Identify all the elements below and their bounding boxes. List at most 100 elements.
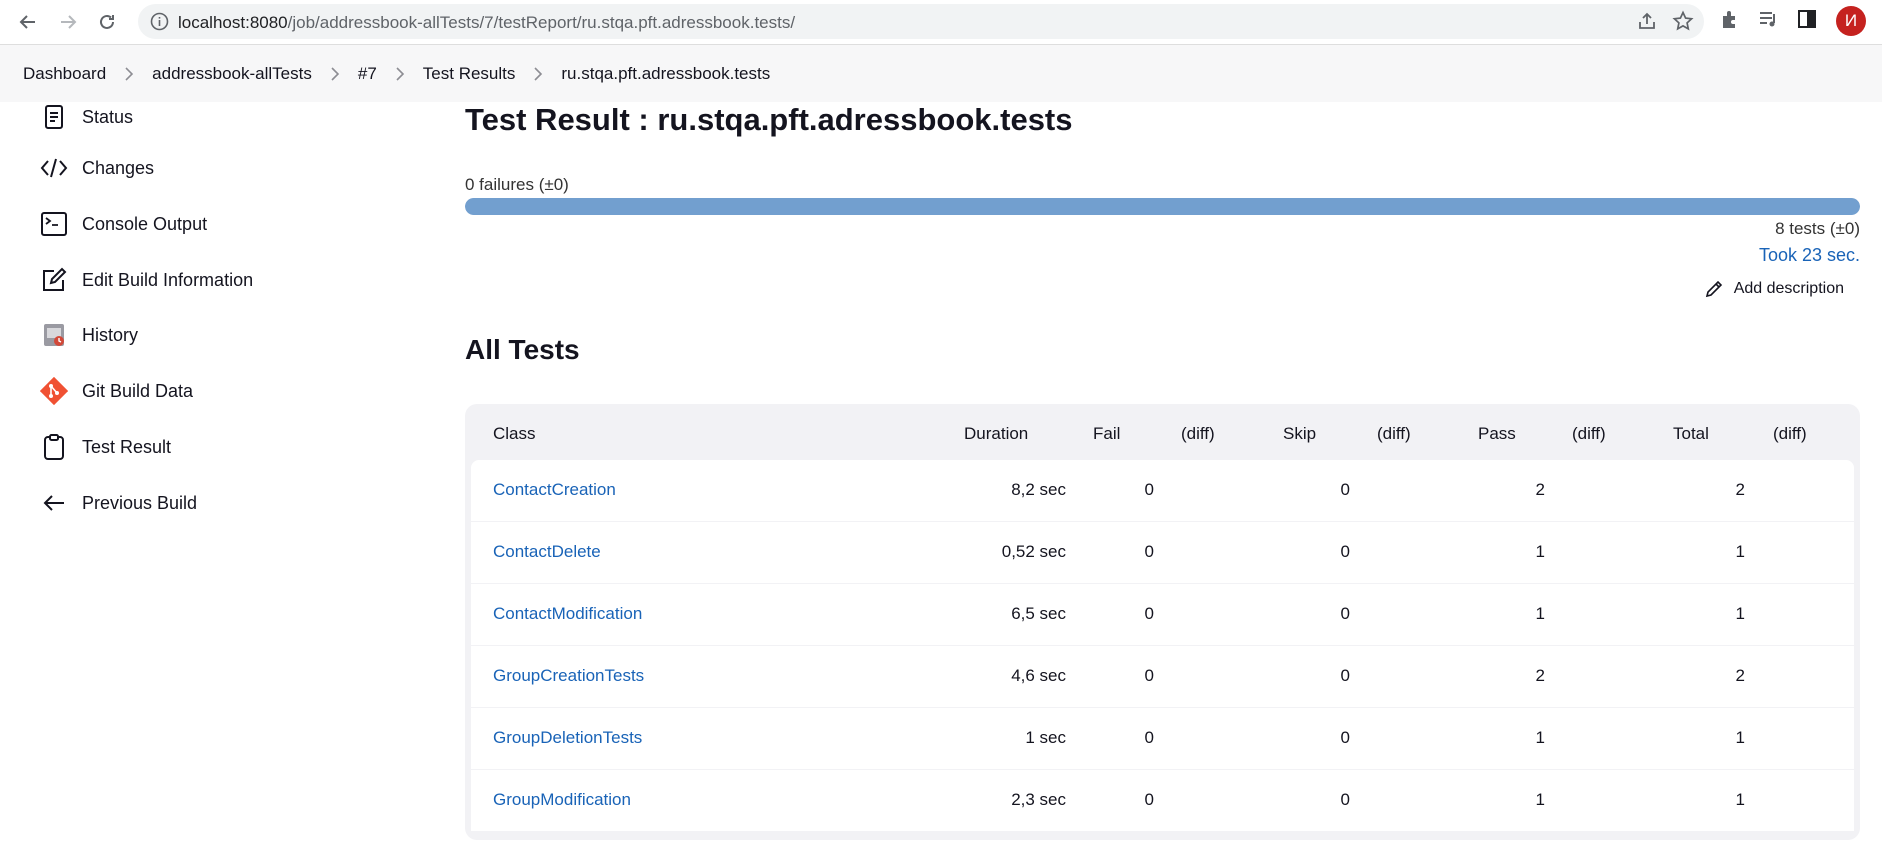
- sidebar-item-changes[interactable]: Changes: [40, 153, 154, 183]
- history-icon: [40, 321, 68, 349]
- sidebar-item-label: Console Output: [82, 213, 208, 234]
- class-name-link[interactable]: GroupModification: [493, 790, 631, 810]
- took-duration-link[interactable]: Took 23 sec.: [1759, 245, 1860, 266]
- pass-cell: 1: [1535, 542, 1545, 561]
- chevron-right-icon: [106, 67, 152, 81]
- pass-cell: 2: [1535, 480, 1545, 499]
- duration-cell: 2,3 sec: [1011, 790, 1066, 809]
- skip-cell: 0: [1340, 666, 1350, 685]
- document-icon: [40, 103, 68, 131]
- table-row: GroupCreationTests 4,6 sec 0 0 2 2: [471, 646, 1854, 707]
- sidebar-item-test-result[interactable]: Test Result: [40, 432, 171, 462]
- pencil-icon: [1705, 280, 1722, 298]
- arrow-left-icon: [40, 489, 68, 517]
- clipboard-icon: [40, 433, 68, 461]
- column-header-skip[interactable]: Skip: [1283, 424, 1316, 444]
- duration-cell: 8,2 sec: [1011, 480, 1066, 499]
- profile-initial: И: [1844, 11, 1858, 30]
- total-cell: 1: [1735, 604, 1745, 623]
- profile-avatar[interactable]: И: [1836, 6, 1866, 36]
- column-header-total-diff[interactable]: (diff): [1773, 424, 1807, 444]
- sidebar-item-previous-build[interactable]: Previous Build: [40, 488, 197, 518]
- code-icon: [40, 154, 68, 182]
- skip-cell: 0: [1340, 728, 1350, 747]
- media-control-icon[interactable]: [1757, 8, 1779, 35]
- breadcrumb-bar: Dashboard addressbook-allTests #7 Test R…: [0, 44, 1882, 102]
- reload-icon[interactable]: [93, 8, 121, 36]
- fail-cell: 0: [1144, 542, 1154, 561]
- total-cell: 1: [1735, 728, 1745, 747]
- fail-cell: 0: [1144, 728, 1154, 747]
- chevron-right-icon: [515, 67, 561, 81]
- breadcrumb-dashboard[interactable]: Dashboard: [23, 64, 106, 84]
- page-title: Test Result : ru.stqa.pft.adressbook.tes…: [465, 102, 1073, 137]
- class-name-link[interactable]: GroupCreationTests: [493, 666, 644, 686]
- side-panel-icon[interactable]: [1796, 8, 1818, 35]
- sidebar-item-status[interactable]: Status: [40, 102, 133, 132]
- sidebar-item-label: Test Result: [82, 436, 172, 457]
- info-icon[interactable]: [150, 12, 169, 31]
- sidebar-item-console-output[interactable]: Console Output: [40, 209, 207, 239]
- sidebar-item-history[interactable]: History: [40, 320, 138, 350]
- back-arrow-icon[interactable]: [14, 8, 42, 36]
- duration-cell: 0,52 sec: [1001, 542, 1066, 561]
- duration-cell: 1 sec: [1025, 728, 1066, 747]
- bookmark-star-icon[interactable]: [1672, 10, 1694, 37]
- column-header-fail[interactable]: Fail: [1093, 424, 1120, 444]
- sidebar-item-label: History: [82, 324, 139, 345]
- class-name-link[interactable]: ContactCreation: [493, 480, 616, 500]
- table-row: ContactDelete 0,52 sec 0 0 1 1: [471, 522, 1854, 583]
- duration-cell: 4,6 sec: [1011, 666, 1066, 685]
- url-path: /job/addressbook-allTests/7/testReport/r…: [287, 13, 796, 32]
- url-text: localhost:8080/job/addressbook-allTests/…: [178, 13, 795, 33]
- class-name-link[interactable]: GroupDeletionTests: [493, 728, 642, 748]
- sidebar-item-git-build-data[interactable]: Git Build Data: [40, 376, 193, 406]
- forward-arrow-icon[interactable]: [54, 8, 82, 36]
- column-header-fail-diff[interactable]: (diff): [1181, 424, 1215, 444]
- sidebar: Status Changes Console Output Edit Build…: [0, 102, 440, 855]
- column-header-class[interactable]: Class: [493, 424, 536, 444]
- column-header-duration[interactable]: Duration: [964, 424, 1028, 444]
- extensions-puzzle-icon[interactable]: [1719, 8, 1741, 35]
- breadcrumb-build[interactable]: #7: [358, 64, 377, 84]
- skip-cell: 0: [1340, 542, 1350, 561]
- column-header-skip-diff[interactable]: (diff): [1377, 424, 1411, 444]
- skip-cell: 0: [1340, 480, 1350, 499]
- add-description-button[interactable]: Add description: [1704, 279, 1844, 299]
- breadcrumb-test-results[interactable]: Test Results: [423, 64, 516, 84]
- skip-cell: 0: [1340, 604, 1350, 623]
- pass-cell: 1: [1535, 728, 1545, 747]
- share-icon[interactable]: [1636, 10, 1658, 37]
- table-header: Class Duration Fail (diff) Skip (diff) P…: [465, 404, 1860, 460]
- total-cell: 1: [1735, 790, 1745, 809]
- fail-cell: 0: [1144, 604, 1154, 623]
- pass-cell: 1: [1535, 790, 1545, 809]
- tests-count: 8 tests (±0): [1775, 219, 1860, 238]
- test-progress-bar: [465, 198, 1860, 215]
- terminal-icon: [40, 210, 68, 238]
- breadcrumb-package[interactable]: ru.stqa.pft.adressbook.tests: [561, 64, 770, 84]
- column-header-total[interactable]: Total: [1673, 424, 1709, 444]
- table-row: GroupDeletionTests 1 sec 0 0 1 1: [471, 708, 1854, 769]
- failures-summary: 0 failures (±0): [465, 175, 569, 194]
- chevron-right-icon: [312, 67, 358, 81]
- breadcrumb-job[interactable]: addressbook-allTests: [152, 64, 312, 84]
- sidebar-item-edit-build-information[interactable]: Edit Build Information: [40, 265, 253, 295]
- total-cell: 2: [1735, 480, 1745, 499]
- add-description-label: Add description: [1733, 280, 1844, 297]
- class-name-link[interactable]: ContactDelete: [493, 542, 601, 562]
- sidebar-item-label: Edit Build Information: [82, 269, 254, 290]
- column-header-pass[interactable]: Pass: [1478, 424, 1516, 444]
- tests-table: Class Duration Fail (diff) Skip (diff) P…: [465, 404, 1860, 840]
- total-cell: 2: [1735, 666, 1745, 685]
- sidebar-item-label: Status: [82, 106, 134, 127]
- table-row: GroupModification 2,3 sec 0 0 1 1: [471, 770, 1854, 831]
- class-name-link[interactable]: ContactModification: [493, 604, 642, 624]
- browser-toolbar: localhost:8080/job/addressbook-allTests/…: [0, 0, 1882, 44]
- address-bar[interactable]: localhost:8080/job/addressbook-allTests/…: [138, 4, 1704, 39]
- column-header-pass-diff[interactable]: (diff): [1572, 424, 1606, 444]
- url-host: localhost:8080: [178, 13, 288, 32]
- chevron-right-icon: [377, 67, 423, 81]
- skip-cell: 0: [1340, 790, 1350, 809]
- section-title: All Tests: [465, 334, 580, 365]
